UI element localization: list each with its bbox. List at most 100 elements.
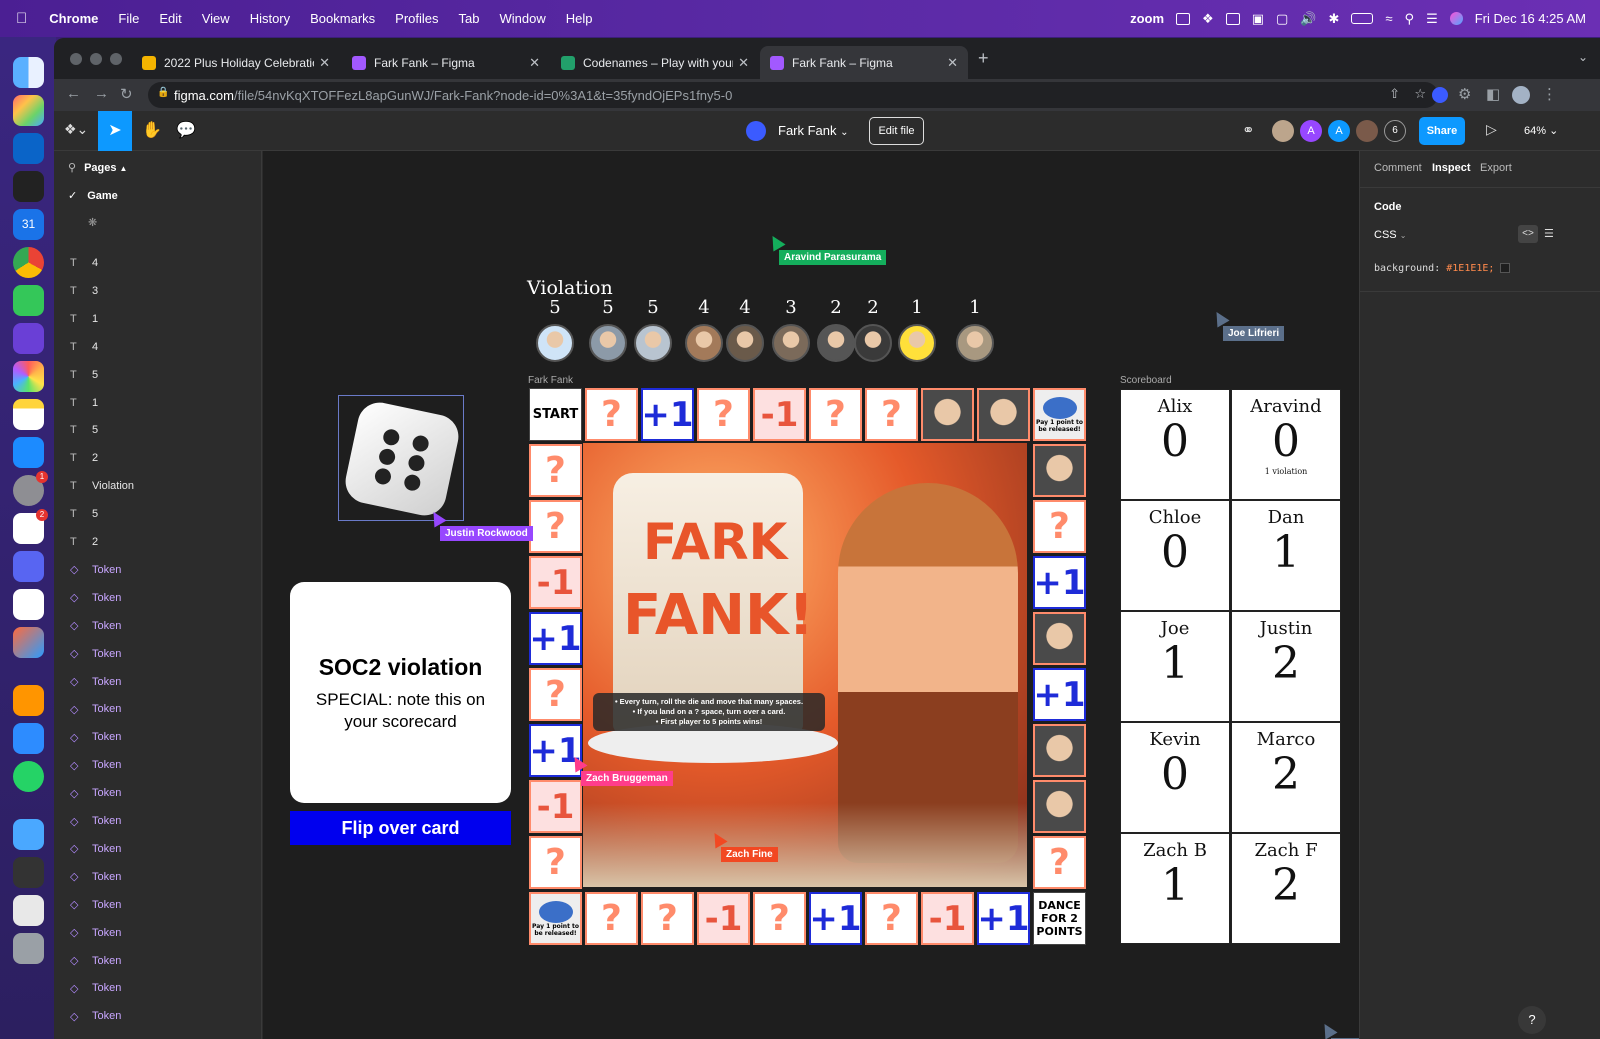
dropbox-icon[interactable]: ❖ — [1202, 11, 1214, 27]
layer-item[interactable]: ◇ Token — [54, 695, 262, 723]
collaborator-avatar[interactable] — [1356, 120, 1378, 142]
tab-comment[interactable]: Comment — [1374, 162, 1422, 174]
layer-item[interactable]: T1 — [54, 389, 262, 417]
minus-one-space[interactable]: -1 — [753, 388, 806, 441]
layer-item[interactable]: ◇ Token — [54, 640, 262, 668]
battery-icon[interactable] — [1351, 13, 1374, 24]
discord-icon[interactable] — [13, 551, 44, 582]
player-avatar[interactable] — [536, 324, 574, 362]
menu-bookmarks[interactable]: Bookmarks — [310, 11, 375, 26]
plus-one-space[interactable]: +1 — [1033, 668, 1086, 721]
player-avatar[interactable] — [854, 324, 892, 362]
layer-item[interactable]: T5 — [54, 500, 262, 528]
jail-space[interactable]: Pay 1 point to be released! — [529, 892, 582, 945]
frame-icon[interactable]: ❋ — [88, 216, 97, 229]
question-space[interactable]: ? — [585, 892, 638, 945]
comment-tool-icon[interactable]: 💬 — [176, 120, 196, 140]
move-tool-button[interactable]: ➤ — [98, 111, 132, 151]
layer-item[interactable]: T1 — [54, 305, 262, 333]
score-card[interactable]: Alix 0 — [1120, 389, 1230, 500]
player-avatar[interactable] — [726, 324, 764, 362]
close-tab-icon[interactable]: ✕ — [529, 55, 540, 71]
layer-item[interactable]: T4 — [54, 249, 262, 277]
apple-icon[interactable]:  — [16, 10, 27, 27]
question-space[interactable]: ? — [809, 388, 862, 441]
plus-one-space[interactable]: +1 — [641, 388, 694, 441]
question-space[interactable]: ? — [529, 668, 582, 721]
start-space[interactable]: START — [529, 388, 582, 441]
plus-one-space[interactable]: +1 — [809, 892, 862, 945]
tab-search-chevron-icon[interactable]: ⌄ — [1578, 50, 1588, 64]
score-card[interactable]: Joe 1 — [1120, 611, 1230, 722]
layer-item[interactable]: ◇ Token — [54, 584, 262, 612]
outlook-icon[interactable] — [13, 133, 44, 164]
layer-item[interactable]: ◇ Token — [54, 974, 262, 1002]
layer-item[interactable]: ◇ Token — [54, 723, 262, 751]
layer-item[interactable]: ◇ Token — [54, 1002, 262, 1030]
whatsapp-icon[interactable] — [13, 761, 44, 792]
search-icon[interactable]: ⚲ — [68, 162, 76, 174]
tab-holiday-celebration[interactable]: 2022 Plus Holiday Celebration ✕ — [132, 46, 340, 79]
score-card[interactable]: Dan 1 — [1231, 500, 1341, 611]
player-avatar[interactable] — [772, 324, 810, 362]
player-photo-space[interactable] — [1033, 724, 1086, 777]
plus-one-space[interactable]: +1 — [1033, 556, 1086, 609]
tab-fark-fank-1[interactable]: Fark Fank – Figma ✕ — [342, 46, 550, 79]
folder-icon[interactable] — [13, 819, 44, 850]
collaborator-avatar[interactable] — [1272, 120, 1294, 142]
chrome-icon[interactable] — [13, 247, 44, 278]
question-space[interactable]: ? — [1033, 836, 1086, 889]
volume-icon[interactable]: 🔊 — [1300, 11, 1316, 27]
layer-item[interactable]: T2 — [54, 444, 262, 472]
maximize-window-button[interactable] — [110, 53, 122, 65]
css-code-line[interactable]: background: #1E1E1E; — [1374, 263, 1511, 274]
profile-avatar[interactable] — [1512, 86, 1530, 104]
flip-over-card-button[interactable]: Flip over card — [290, 811, 511, 845]
fig-app-icon[interactable] — [13, 589, 44, 620]
menu-window[interactable]: Window — [500, 11, 546, 26]
menu-help[interactable]: Help — [566, 11, 593, 26]
menu-file[interactable]: File — [118, 11, 139, 26]
tab-inspect[interactable]: Inspect — [1432, 162, 1471, 174]
collaborator-count[interactable]: 6 — [1384, 120, 1406, 142]
hand-tool-icon[interactable]: ✋ — [142, 120, 162, 140]
layer-item[interactable]: ◇ Token — [54, 807, 262, 835]
status-icon-a[interactable] — [1176, 12, 1191, 25]
layer-item[interactable]: ◇ Token — [54, 919, 262, 947]
question-space[interactable]: ? — [1033, 500, 1086, 553]
kebab-menu-icon[interactable]: ⋮ — [1542, 85, 1557, 103]
score-card[interactable]: Zach B1 — [1120, 833, 1230, 944]
layer-item[interactable]: T3 — [54, 277, 262, 305]
layer-item[interactable]: T5 — [54, 416, 262, 444]
layer-item[interactable]: T4 — [54, 333, 262, 361]
reload-icon[interactable]: ↻ — [120, 85, 133, 103]
score-card[interactable]: Kevin 0 — [1120, 722, 1230, 833]
collaborator-avatar[interactable]: A — [1328, 120, 1350, 142]
url-field[interactable]: 🔒 figma.com/file/54nvKqXTOFFezL8apGunWJ/… — [148, 82, 1438, 108]
settings-icon[interactable]: 1 — [13, 471, 48, 506]
figma-canvas[interactable]: Violation 5 5 5 4 4 3 2 2 1 1 Fark Fank Scoreboar… — [263, 151, 1371, 1039]
layer-item[interactable]: ◇ Token — [54, 891, 262, 919]
violation-card[interactable]: SOC2 violation SPECIAL: note this on you… — [290, 582, 511, 803]
collaborator-avatar[interactable]: A — [1300, 120, 1322, 142]
sidepanel-icon[interactable]: ◧ — [1486, 85, 1500, 103]
edit-file-button[interactable]: Edit file — [869, 117, 924, 145]
minus-one-space[interactable]: -1 — [529, 780, 582, 833]
code-view-icon[interactable]: <> — [1518, 225, 1538, 243]
score-card[interactable]: Zach F2 — [1231, 833, 1341, 944]
player-avatar[interactable] — [898, 324, 936, 362]
list-view-icon[interactable]: ☰ — [1544, 227, 1554, 240]
player-avatar[interactable] — [634, 324, 672, 362]
search-icon[interactable]: ⚲ — [1405, 11, 1415, 27]
zoom-level-dropdown[interactable]: 64% ⌄ — [1524, 124, 1558, 137]
notes-icon[interactable] — [13, 399, 44, 430]
new-tab-button[interactable]: + — [978, 48, 989, 69]
minus-one-space[interactable]: -1 — [697, 892, 750, 945]
score-card[interactable]: Justin 2 — [1231, 611, 1341, 722]
layer-item[interactable]: ◇ Token — [54, 835, 262, 863]
appstore-icon[interactable] — [13, 437, 44, 468]
menu-view[interactable]: View — [202, 11, 230, 26]
minimize-window-button[interactable] — [90, 53, 102, 65]
bookmark-star-icon[interactable]: ☆ — [1414, 86, 1426, 102]
player-photo-space[interactable] — [921, 388, 974, 441]
